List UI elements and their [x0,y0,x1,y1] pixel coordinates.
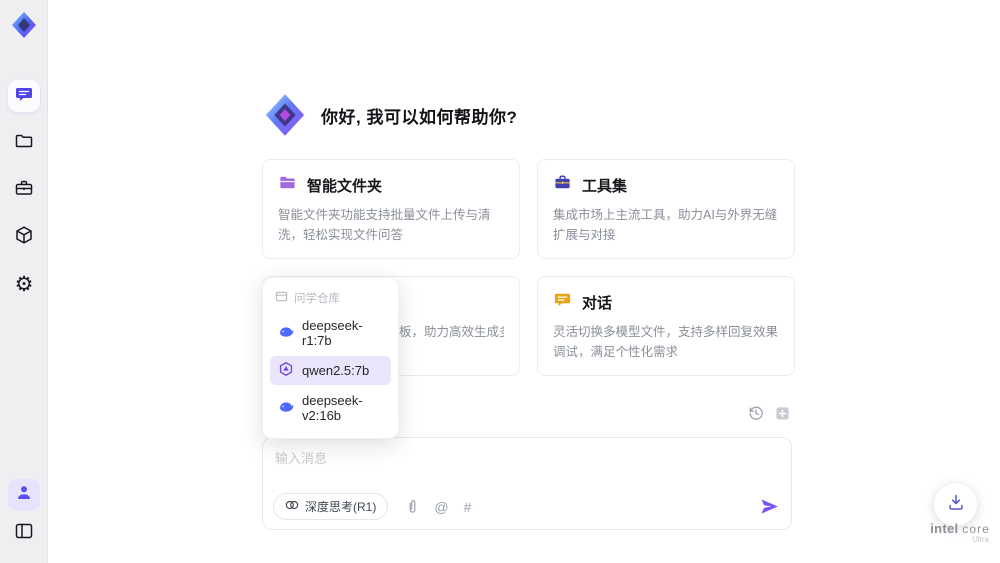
app-logo-large-icon [262,92,308,138]
panel-icon [14,521,34,546]
app-logo-icon[interactable] [9,10,39,40]
deepseek-whale-icon [278,324,294,343]
mention-icon[interactable]: @ [434,500,448,514]
card-title: 智能文件夹 [307,177,383,195]
gear-icon: ⚙ [14,272,34,296]
sidebar-item-settings[interactable]: ⚙ [8,268,40,300]
attachment-icon[interactable] [406,499,419,514]
composer-toolbar: 深度思考(R1) @ # [273,493,779,520]
cube-icon [14,225,34,250]
greeting: 你好, 我可以如何帮助你? [262,92,517,138]
chat-actions [748,405,790,421]
sidebar-item-account[interactable] [8,479,40,511]
card-title: 工具集 [582,177,628,195]
deep-think-label: 深度思考(R1) [305,500,377,514]
model-option-label: deepseek-r1:7b [302,318,363,348]
deep-think-toggle[interactable]: 深度思考(R1) [273,493,389,520]
prompt-tag-icon[interactable]: # [464,500,472,514]
model-option-label: deepseek-v2:16b [302,393,363,423]
toolset-icon [553,173,572,197]
model-option-qwen[interactable]: qwen2.5:7b [270,356,391,385]
sidebar-item-models[interactable] [8,221,40,253]
composer-icons: @ # [406,499,471,514]
card-desc: 集成市场上主流工具，助力AI与外界无缝扩展与对接 [553,208,778,242]
composer: 深度思考(R1) @ # [262,437,792,530]
model-dropdown-header: 问学仓库 [263,284,398,310]
sidebar-nav: ⚙ [8,80,40,300]
intel-tier-label: Ultra [972,535,989,544]
sidebar: ⚙ [0,0,48,563]
briefcase-icon [14,178,34,203]
sidebar-item-toolset[interactable] [8,174,40,206]
history-icon[interactable] [748,405,764,421]
card-smart-folder[interactable]: 智能文件夹 智能文件夹功能支持批量文件上传与清洗，轻松实现文件问答 [262,159,520,259]
repo-icon [275,290,288,306]
download-icon [947,493,965,516]
message-input[interactable] [263,438,791,488]
model-option-deepseek-v2[interactable]: deepseek-v2:16b [270,388,391,428]
card-toolset[interactable]: 工具集 集成市场上主流工具，助力AI与外界无缝扩展与对接 [537,159,795,259]
intel-core-badge: intel core Ultra [925,521,995,544]
card-title: 对话 [582,294,613,312]
model-dropdown-header-label: 问学仓库 [294,293,340,305]
download-button[interactable] [934,483,977,526]
intel-product-label: core [962,522,990,536]
card-desc: 智能文件夹功能支持批量文件上传与清洗，轻松实现文件问答 [278,208,491,242]
model-option-deepseek-r1[interactable]: deepseek-r1:7b [270,313,391,353]
sidebar-item-folders[interactable] [8,127,40,159]
qwen-mark-icon [278,361,294,380]
chat-icon [14,84,34,109]
deep-think-icon [285,499,299,514]
send-icon[interactable] [760,498,779,515]
sidebar-item-chat[interactable] [8,80,40,112]
smart-folder-icon [278,173,297,197]
conversation-icon [553,290,572,314]
card-desc: 灵活切换多模型文件，支持多样回复效果调试，满足个性化需求 [553,325,779,359]
model-dropdown: 问学仓库 deepseek-r1:7b qwen2.5:7b deepseek-… [262,277,399,439]
intel-brand-label: intel [930,521,959,536]
plus-square-icon[interactable] [775,406,790,421]
model-option-label: qwen2.5:7b [302,363,370,378]
sidebar-bottom [8,479,40,549]
greeting-title: 你好, 我可以如何帮助你? [321,107,518,127]
sidebar-item-collapse[interactable] [8,517,40,549]
card-conversation[interactable]: 对话 灵活切换多模型文件，支持多样回复效果调试，满足个性化需求 [537,276,795,376]
person-icon [15,484,33,507]
deepseek-whale-icon [278,399,294,418]
folder-icon [14,131,34,156]
